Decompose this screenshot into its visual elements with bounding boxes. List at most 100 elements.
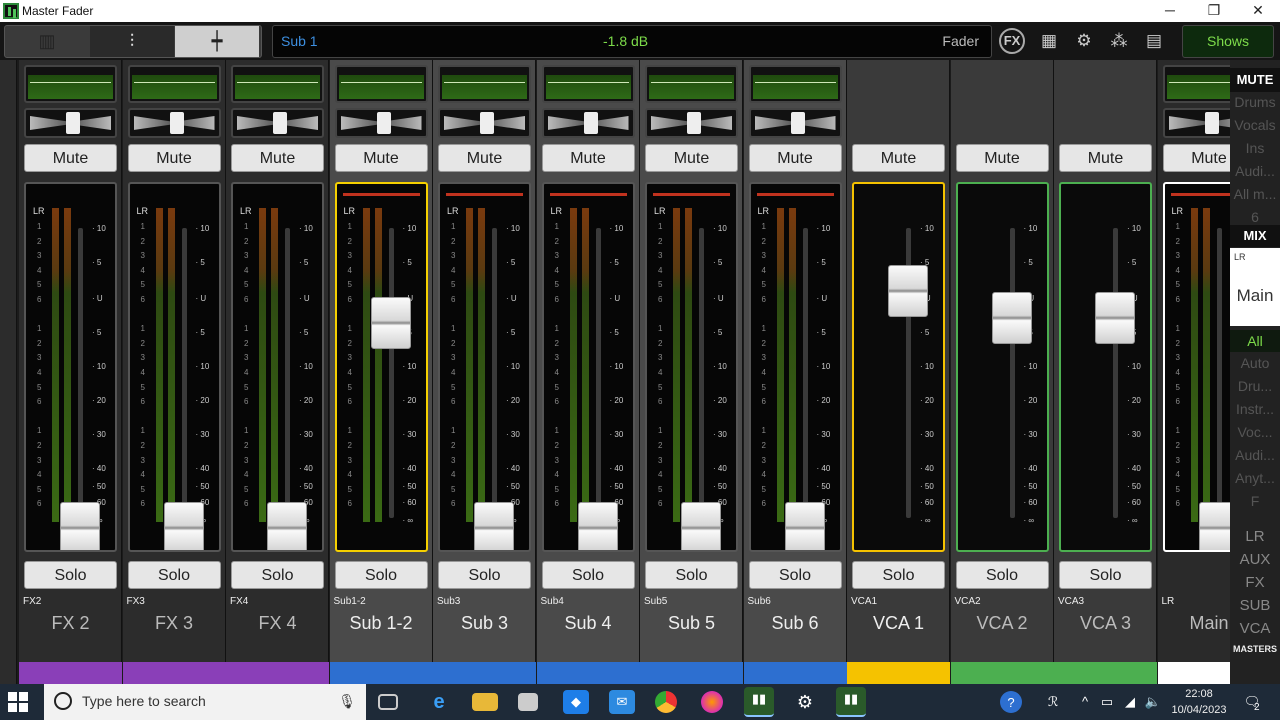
- meters-view-button[interactable]: ▥: [5, 26, 89, 57]
- fader-area[interactable]: LR123456 123456 123456· 10· 5· U· 5· 10·…: [24, 182, 117, 552]
- pan-knob[interactable]: [480, 112, 494, 134]
- close-button[interactable]: ✕: [1236, 0, 1280, 22]
- view-filter-item[interactable]: Instr...: [1230, 401, 1280, 417]
- pan-knob[interactable]: [273, 112, 287, 134]
- master-fader-taskbar-icon[interactable]: ▮▮: [744, 687, 774, 717]
- fader-cap[interactable]: [784, 502, 825, 550]
- windows-start-button[interactable]: [8, 692, 28, 712]
- fader-area[interactable]: LR123456 123456 123456· 10· 5· U· 5· 10·…: [334, 182, 428, 552]
- mute-group-item[interactable]: Audi...: [1230, 163, 1280, 179]
- edge-icon[interactable]: e: [426, 690, 452, 714]
- solo-button[interactable]: Solo: [231, 561, 324, 589]
- fader-cap[interactable]: [577, 502, 618, 550]
- help-icon[interactable]: ?: [1000, 691, 1022, 713]
- view-filter-item[interactable]: F: [1230, 493, 1280, 509]
- keyboard-icon[interactable]: ▤: [1139, 27, 1169, 55]
- mute-button[interactable]: Mute: [24, 144, 117, 172]
- fader-area[interactable]: LR123456 123456 123456· 10· 5· U· 5· 10·…: [127, 182, 221, 552]
- eq-thumbnail[interactable]: [438, 65, 531, 103]
- pan-control[interactable]: [748, 108, 842, 138]
- view-filter-item[interactable]: Auto: [1230, 355, 1280, 371]
- battery-icon[interactable]: ▭: [1096, 690, 1118, 714]
- channel-name[interactable]: Sub 3: [433, 613, 536, 634]
- channel-name[interactable]: VCA 1: [847, 613, 950, 634]
- pan-knob[interactable]: [790, 112, 805, 134]
- eq-thumbnail[interactable]: [231, 65, 324, 103]
- pan-control[interactable]: [645, 108, 738, 138]
- fader-cap[interactable]: [370, 296, 411, 349]
- network-icon[interactable]: ◢: [1119, 690, 1141, 714]
- eq-thumbnail[interactable]: [645, 65, 738, 103]
- channel-name[interactable]: Sub 1-2: [330, 613, 433, 634]
- mute-button[interactable]: Mute: [127, 144, 221, 172]
- view-filter-item[interactable]: Anyt...: [1230, 470, 1280, 486]
- selected-channel-display[interactable]: Sub 1 -1.8 dB Fader: [272, 25, 992, 58]
- view-filter-item[interactable]: Audi...: [1230, 447, 1280, 463]
- solo-button[interactable]: Solo: [438, 561, 531, 589]
- solo-button[interactable]: Solo: [1059, 561, 1152, 589]
- single-fader-view-button[interactable]: ┿: [175, 26, 259, 57]
- mail-icon[interactable]: ✉: [609, 690, 635, 714]
- fader-area[interactable]: LR123456 123456 123456· 10· 5· U· 5· 10·…: [1162, 182, 1230, 552]
- fader-cap[interactable]: [163, 502, 204, 550]
- mute-button[interactable]: Mute: [438, 144, 531, 172]
- solo-button[interactable]: Solo: [127, 561, 221, 589]
- mute-groups-header[interactable]: MUTE: [1230, 68, 1280, 92]
- pan-knob[interactable]: [376, 112, 391, 134]
- mute-button[interactable]: Mute: [1059, 144, 1152, 172]
- solo-button[interactable]: Solo: [852, 561, 945, 589]
- notifications-icon[interactable]: 🗨: [1240, 690, 1264, 714]
- fader-cap[interactable]: [1198, 502, 1230, 550]
- bank-button[interactable]: VCA: [1230, 620, 1280, 637]
- channel-name[interactable]: FX 2: [19, 613, 122, 634]
- patch-icon[interactable]: ⁂: [1104, 27, 1134, 55]
- fader-area[interactable]: · 10· 5· U· 5· 10· 20· 30· 40· 50· 60· ∞: [852, 182, 945, 552]
- router-icon[interactable]: ▦: [1034, 27, 1064, 55]
- eq-thumbnail[interactable]: [24, 65, 117, 103]
- solo-button[interactable]: Solo: [748, 561, 842, 589]
- file-explorer-icon[interactable]: [472, 693, 498, 711]
- channel-name[interactable]: Main: [1158, 613, 1231, 634]
- view-filter-item[interactable]: All: [1230, 330, 1280, 352]
- fader-area[interactable]: LR123456 123456 123456· 10· 5· U· 5· 10·…: [231, 182, 324, 552]
- eq-thumbnail[interactable]: [127, 65, 221, 103]
- eq-thumbnail[interactable]: [1162, 65, 1230, 103]
- mute-button[interactable]: Mute: [1162, 144, 1230, 172]
- fader-cap[interactable]: [1095, 291, 1135, 344]
- mute-button[interactable]: Mute: [334, 144, 428, 172]
- fader-area[interactable]: LR123456 123456 123456· 10· 5· U· 5· 10·…: [748, 182, 842, 552]
- view-filter-item[interactable]: Dru...: [1230, 378, 1280, 394]
- pan-control[interactable]: [1162, 108, 1230, 138]
- pan-control[interactable]: [127, 108, 221, 138]
- bank-button[interactable]: FX: [1230, 574, 1280, 591]
- view-filter-item[interactable]: Voc...: [1230, 424, 1280, 440]
- pan-control[interactable]: [24, 108, 117, 138]
- chrome-icon[interactable]: [655, 691, 677, 713]
- clock[interactable]: 22:08 10/04/2023: [1170, 686, 1228, 718]
- eq-thumbnail[interactable]: [748, 65, 842, 103]
- master-fader-taskbar-icon-2[interactable]: ▮▮: [836, 687, 866, 717]
- solo-button[interactable]: Solo: [334, 561, 428, 589]
- pan-knob[interactable]: [169, 112, 184, 134]
- settings-icon[interactable]: ⚙: [792, 690, 818, 714]
- shows-button[interactable]: Shows: [1182, 25, 1274, 58]
- pan-knob[interactable]: [687, 112, 701, 134]
- pan-control[interactable]: [231, 108, 324, 138]
- fx-button[interactable]: FX: [999, 28, 1025, 54]
- mixer-view-button[interactable]: ⫶: [90, 26, 174, 57]
- mute-group-item[interactable]: Ins: [1230, 140, 1280, 156]
- mute-button[interactable]: Mute: [748, 144, 842, 172]
- mute-button[interactable]: Mute: [852, 144, 945, 172]
- fader-cap[interactable]: [681, 502, 721, 550]
- bank-button[interactable]: SUB: [1230, 597, 1280, 614]
- fader-cap[interactable]: [60, 502, 100, 550]
- fader-area[interactable]: · 10· 5· U· 5· 10· 20· 30· 40· 50· 60· ∞: [955, 182, 1049, 552]
- people-icon[interactable]: ℛ: [1040, 690, 1066, 714]
- fader-area[interactable]: LR123456 123456 123456· 10· 5· U· 5· 10·…: [645, 182, 738, 552]
- channel-name[interactable]: VCA 2: [951, 613, 1054, 634]
- store-icon[interactable]: [518, 693, 538, 711]
- eq-thumbnail[interactable]: [334, 65, 428, 103]
- pan-knob[interactable]: [1204, 112, 1219, 134]
- fader-area[interactable]: LR123456 123456 123456· 10· 5· U· 5· 10·…: [541, 182, 635, 552]
- channel-name[interactable]: Sub 4: [537, 613, 640, 634]
